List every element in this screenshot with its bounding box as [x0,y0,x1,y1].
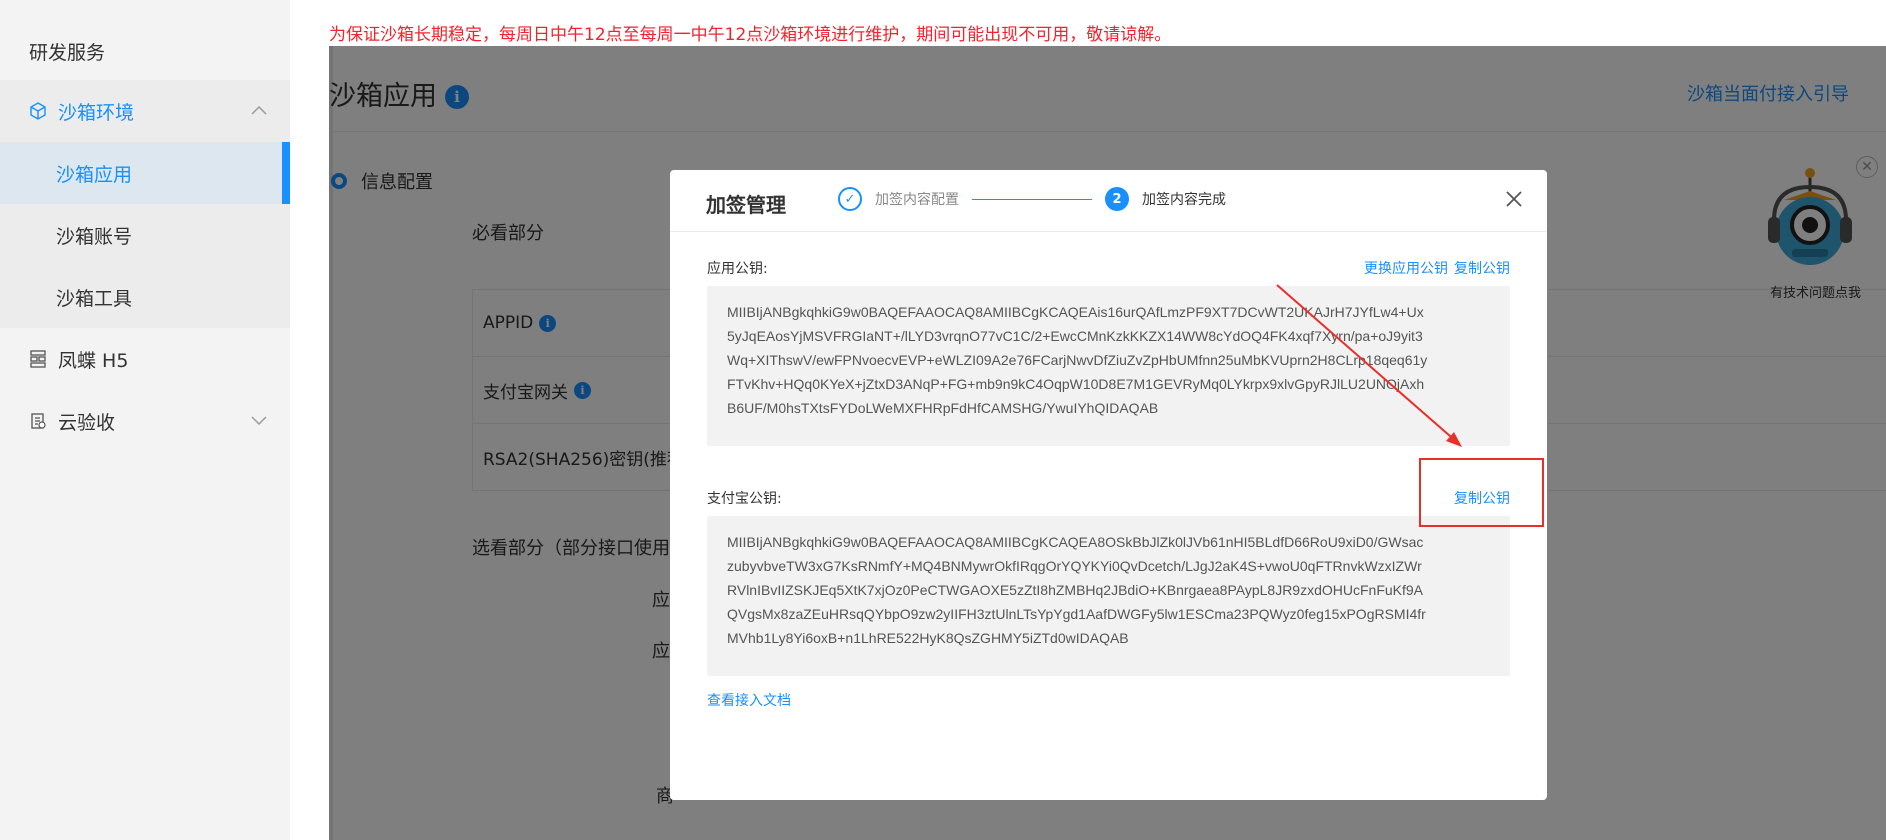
close-icon[interactable] [1503,188,1525,210]
step-connector [972,198,1092,200]
alipay-public-key-box[interactable]: MIIBIjANBgkqhkiG9w0BAQEFAAOCAQ8AMIIBCgKC… [707,516,1510,676]
sidebar-item-cloud-accept[interactable]: 云验收 [0,390,290,452]
key-line: MIIBIjANBgkqhkiG9w0BAQEFAAOCAQ8AMIIBCgKC… [727,304,1424,320]
key-line: FTvKhv+HQq0KYeX+jZtxD3ANqP+FG+mb9n9kC4Oq… [727,376,1425,392]
maintenance-notice: 为保证沙箱长期稳定，每周日中午12点至每周一中午12点沙箱环境进行维护，期间可能… [329,25,1172,45]
step-label-active: 加签内容完成 [1142,192,1226,208]
change-app-key-link[interactable]: 更换应用公钥 [1364,261,1448,277]
copy-app-key-link[interactable]: 复制公钥 [1454,261,1510,277]
sidebar-item-fengdie-h5[interactable]: 凤蝶 H5 [0,328,290,390]
sidebar-item-label: 凤蝶 H5 [58,349,129,372]
step-label-done: 加签内容配置 [875,192,959,208]
sidebar-item-sandbox-account[interactable]: 沙箱账号 [0,204,290,266]
sidebar-item-sandbox-tools[interactable]: 沙箱工具 [0,266,290,328]
key-line: B6UF/M0hsTXtsFYDoLWeMXFHRpFdHfCAMSHG/Ywu… [727,400,1159,416]
alipay-key-label: 支付宝公钥: [707,491,782,507]
modal-header: 加签管理 ✓ 加签内容配置 2 加签内容完成 [670,170,1547,232]
sidebar-item-label: 云验收 [58,411,116,434]
key-line: QVgsMx8zaZEuHRsqQYbpO9zw2yIIFH3ztUlnLTsY… [727,606,1426,622]
modal-steps: ✓ 加签内容配置 2 加签内容完成 [838,187,1226,211]
chevron-up-icon[interactable] [250,104,268,116]
cube-icon [27,100,49,122]
sidebar-item-label: 沙箱应用 [56,163,133,186]
app-key-links: 更换应用公钥 复制公钥 [1358,258,1510,278]
grid-icon [27,348,49,370]
key-line: MIIBIjANBgkqhkiG9w0BAQEFAAOCAQ8AMIIBCgKC… [727,534,1424,550]
annotation-highlight-box [1419,458,1544,527]
sidebar: 研发服务 沙箱环境 沙箱应用 沙箱账号 沙箱工具 凤蝶 H5 云验收 [0,0,290,840]
sidebar-item-label: 沙箱账号 [56,225,133,248]
step-number-badge: 2 [1105,187,1129,211]
app-key-label: 应用公钥: [707,261,768,277]
sidebar-item-label: 沙箱工具 [56,287,133,310]
view-docs-link[interactable]: 查看接入文档 [707,690,791,710]
key-line: zubyvbveTW3xG7KsRNmfY+MQ4BNMywrOkfIRqgOr… [727,558,1422,574]
sidebar-section-title: 研发服务 [29,42,106,64]
modal-title: 加签管理 [706,193,786,217]
key-line: RVlnIBvIIZSKJEq5XtK7xjOz0PeCTWGAOXE5zZtI… [727,582,1424,598]
signing-modal: 加签管理 ✓ 加签内容配置 2 加签内容完成 应用公钥: 更换应用公钥 复制公钥 … [670,170,1547,800]
key-line: Wq+XIThswV/ewFPNvoecvEVP+eWLZI09A2e76FCa… [727,352,1428,368]
key-line: MVhb1Ly8Yi6oxB+n1LhRE522HyK8QsZGHMY5iZTd… [727,630,1129,646]
chevron-down-icon[interactable] [250,414,268,426]
step-done-check-icon: ✓ [838,187,862,211]
sidebar-item-sandbox-app[interactable]: 沙箱应用 [0,142,290,204]
app-public-key-box[interactable]: MIIBIjANBgkqhkiG9w0BAQEFAAOCAQ8AMIIBCgKC… [707,286,1510,446]
sidebar-item-sandbox-env[interactable]: 沙箱环境 [0,80,290,142]
sidebar-item-label: 沙箱环境 [58,101,135,124]
clipboard-icon [27,410,49,432]
key-line: 5yJqEAosYjMSVFRGIaNT+/lLYD3vrqnO77vC1C/2… [727,328,1423,344]
